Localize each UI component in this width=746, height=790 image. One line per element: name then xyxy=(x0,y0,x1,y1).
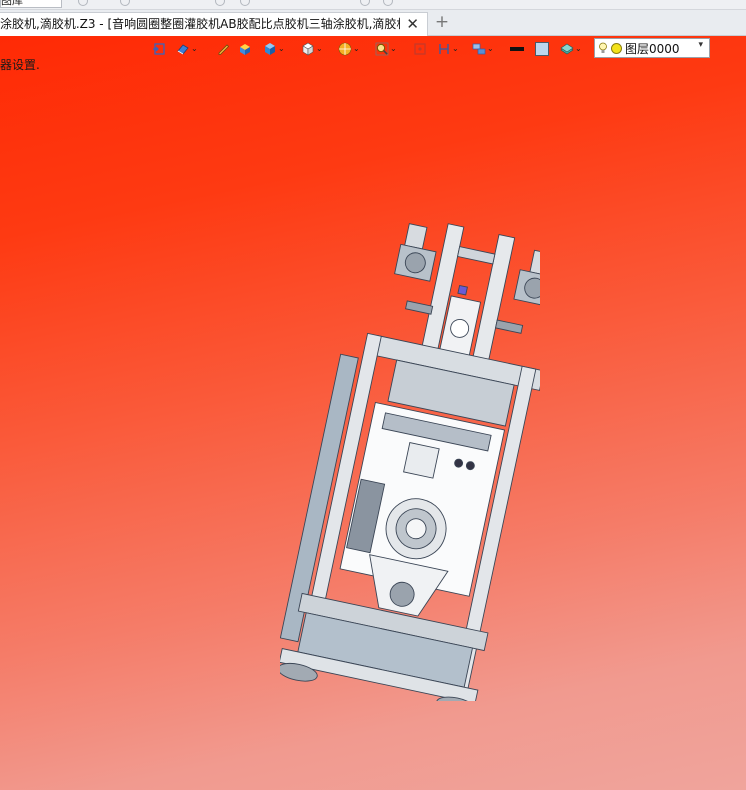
chevron-down-icon: ⌄ xyxy=(191,44,198,53)
plane-button[interactable]: ⌄ xyxy=(472,40,494,58)
lightbulb-icon xyxy=(599,42,607,53)
new-tab-button[interactable]: + xyxy=(434,12,450,34)
top-strip: 图库 xyxy=(0,0,746,10)
display-mode-icon xyxy=(177,44,189,55)
standard-views-button[interactable]: ⌄ xyxy=(301,40,323,58)
toolbar-ghost-icon[interactable] xyxy=(383,0,393,6)
document-tab[interactable]: 涂胶机,滴胶机.Z3 - [音响圆圈整圈灌胶机AB胶配比点胶机三轴涂胶机,滴胶机… xyxy=(0,12,428,36)
render-style-icon xyxy=(338,42,352,56)
layer-name: 图层0000 xyxy=(625,41,680,56)
zoom-icon xyxy=(375,42,389,56)
chevron-down-icon: ⌄ xyxy=(390,44,397,53)
fill-color-icon xyxy=(535,42,549,56)
display-mode-button[interactable]: ⌄ xyxy=(176,40,198,58)
cube-view-button[interactable]: ⌄ xyxy=(263,40,285,58)
toolbar-ghost-icon[interactable] xyxy=(240,0,250,6)
library-field[interactable]: 图库 xyxy=(0,0,62,8)
top-caster-right xyxy=(513,249,540,308)
view-frame-icon xyxy=(153,43,165,55)
close-tab-icon[interactable]: ✕ xyxy=(406,13,419,35)
view-frame-button[interactable] xyxy=(152,40,166,58)
chevron-down-icon: ⌄ xyxy=(278,44,285,53)
cube-view-icon xyxy=(265,43,275,55)
document-tab-title: 涂胶机,滴胶机.Z3 - [音响圆圈整圈灌胶机AB胶配比点胶机三轴涂胶机,滴胶机… xyxy=(0,17,400,31)
section-icon xyxy=(439,44,449,54)
fit-all-icon xyxy=(414,43,426,55)
status-message: 器设置. xyxy=(0,58,40,72)
chevron-down-icon: ⌄ xyxy=(452,44,459,53)
render-style-button[interactable]: ⌄ xyxy=(338,40,360,58)
line-color-icon xyxy=(510,47,524,51)
box-shaded-icon xyxy=(240,44,250,55)
3d-viewport[interactable]: 器设置. ⌄ ⌄ ⌄ ⌄ ⌄ ⌄ ⌄ ⌄ 图层0000 ▾ xyxy=(0,36,746,790)
material-button[interactable]: ⌄ xyxy=(560,40,582,58)
layer-color-icon xyxy=(611,42,622,54)
top-caster-left xyxy=(394,223,437,282)
toolbar-ghost-icon[interactable] xyxy=(215,0,225,6)
chevron-down-icon: ⌄ xyxy=(487,44,494,53)
plane-icon xyxy=(472,43,486,55)
chevron-down-icon: ▾ xyxy=(698,40,703,50)
toolbar-ghost-icon[interactable] xyxy=(120,0,130,6)
chevron-down-icon: ⌄ xyxy=(575,44,582,53)
fit-all-button[interactable] xyxy=(413,40,427,58)
section-button[interactable]: ⌄ xyxy=(437,40,459,58)
glue-machine-model[interactable] xyxy=(280,221,540,701)
toolbar-ghost-icon[interactable] xyxy=(78,0,88,6)
sketch-button[interactable] xyxy=(216,40,230,58)
line-color-button[interactable] xyxy=(510,40,524,58)
pencil-icon xyxy=(218,44,230,55)
cube-white-icon xyxy=(302,42,314,56)
layer-dropdown[interactable]: 图层0000 ▾ xyxy=(594,38,710,58)
toolbar-ghost-icon[interactable] xyxy=(360,0,370,6)
material-icon xyxy=(560,43,574,55)
fill-color-button[interactable] xyxy=(535,40,549,58)
document-tab-bar: 涂胶机,滴胶机.Z3 - [音响圆圈整圈灌胶机AB胶配比点胶机三轴涂胶机,滴胶机… xyxy=(0,10,746,36)
zoom-button[interactable]: ⌄ xyxy=(375,40,397,58)
shaded-box-button[interactable] xyxy=(238,40,252,58)
chevron-down-icon: ⌄ xyxy=(316,44,323,53)
chevron-down-icon: ⌄ xyxy=(353,44,360,53)
